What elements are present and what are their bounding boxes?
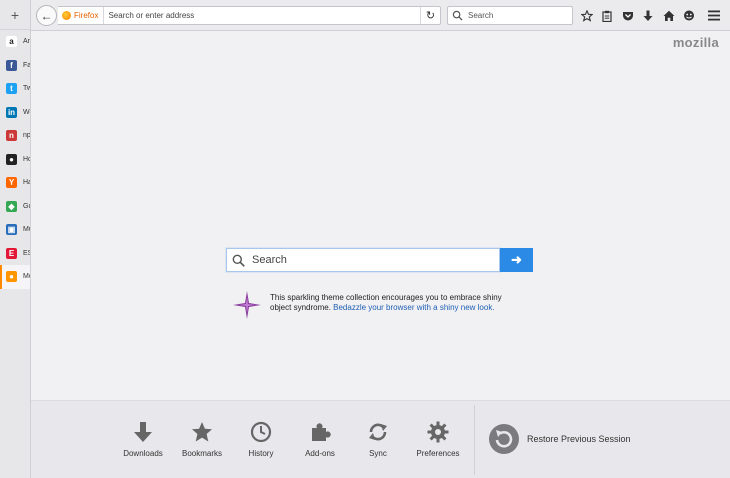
arrow-right-icon: ➜	[511, 252, 522, 267]
tab-label: Ho	[23, 155, 30, 163]
linkedin-icon: in	[6, 106, 17, 118]
downloads-label: Downloads	[123, 449, 163, 458]
chat-face-icon	[684, 10, 694, 20]
pocket-icon	[622, 11, 633, 20]
back-arrow-icon: ←	[40, 8, 53, 23]
addons-button[interactable]: Add-ons	[301, 401, 339, 478]
url-bar[interactable]: Firefox Search or enter address ↻	[58, 6, 441, 25]
tab-list: a Am f Fa t Tw in We nnp ● Ho Y Ha ◆ Go ▣ Mu E ES ● Mo	[0, 30, 30, 289]
new-tab-button[interactable]: +	[0, 0, 30, 30]
restore-session-button[interactable]: Restore Previous Session	[488, 423, 631, 455]
espn-icon: E	[6, 247, 17, 259]
reading-list-button[interactable]	[598, 7, 617, 24]
identity-label: Firefox	[74, 11, 99, 20]
sync-label: Sync	[369, 449, 387, 458]
gear-icon	[427, 421, 449, 443]
search-go-button[interactable]: ➜	[500, 248, 533, 272]
tab-item[interactable]: Y Ha	[0, 171, 30, 195]
star-icon	[192, 422, 212, 442]
firefox-icon	[62, 11, 71, 20]
bookmark-star-button[interactable]	[577, 7, 596, 24]
url-input[interactable]: Search or enter address	[104, 11, 420, 20]
tab-item[interactable]: ◆ Go	[0, 195, 30, 219]
identity-badge[interactable]: Firefox	[58, 7, 105, 24]
home-button[interactable]	[659, 7, 678, 24]
tab-item[interactable]: in We	[0, 101, 30, 125]
launcher-divider	[474, 405, 475, 475]
hello-chat-button[interactable]	[680, 7, 699, 24]
addons-label: Add-ons	[305, 449, 335, 458]
reload-button[interactable]: ↻	[420, 7, 440, 24]
tab-strip: + a Am f Fa t Tw in We nnp ● Ho Y Ha ◆ Go ▣ Mu E ES ● Mo	[0, 0, 31, 478]
downloads-toolbar-button[interactable]	[639, 7, 658, 24]
snippet-text: This sparkling theme collection encourag…	[270, 293, 523, 313]
menu-icon	[708, 10, 720, 21]
sync-icon	[369, 423, 387, 441]
tab-label: Am	[23, 38, 30, 46]
download-arrow-icon	[643, 10, 653, 21]
back-button[interactable]: ←	[36, 5, 57, 26]
npm-icon: n	[6, 130, 17, 142]
tab-label: Fa	[23, 61, 30, 69]
download-arrow-icon	[134, 422, 152, 442]
search-icon	[452, 10, 463, 21]
snippet: This sparkling theme collection encourag…	[233, 291, 523, 319]
tab-item[interactable]: a Am	[0, 30, 30, 54]
bookmarks-button[interactable]: Bookmarks	[181, 401, 223, 478]
hamburger-menu-button[interactable]	[706, 7, 722, 24]
tab-item[interactable]: E ES	[0, 242, 30, 266]
tab-label: Go	[23, 202, 30, 210]
tab-label: We	[23, 108, 30, 116]
tab-label: np	[23, 132, 30, 140]
tab-item[interactable]: ● Mo	[0, 265, 30, 289]
mozilla-logo: mozilla	[672, 35, 719, 50]
github-icon: ●	[6, 153, 17, 165]
tab-label: Tw	[23, 85, 30, 93]
restore-session-label: Restore Previous Session	[527, 434, 631, 444]
snippet-link[interactable]: Bedazzle your browser with a shiny new l…	[333, 303, 494, 312]
toolbar-icons	[577, 7, 700, 24]
pocket-button[interactable]	[618, 7, 637, 24]
tab-item[interactable]: ▣ Mu	[0, 218, 30, 242]
clock-icon	[250, 421, 272, 443]
clipboard-icon	[602, 10, 612, 22]
launcher-bar: Downloads Bookmarks History Add-ons Sync	[31, 400, 730, 478]
sparkle-icon	[233, 291, 261, 319]
reload-icon: ↻	[425, 10, 436, 22]
bookmarks-label: Bookmarks	[181, 449, 222, 458]
tab-label: Ha	[23, 179, 30, 187]
page-search-input[interactable]: Search	[226, 248, 500, 272]
preferences-button[interactable]: Preferences	[413, 401, 463, 478]
history-button[interactable]: History	[244, 401, 278, 478]
page-search-placeholder: Search	[252, 254, 287, 266]
tab-item[interactable]: f Fa	[0, 54, 30, 78]
amazon-icon: a	[6, 36, 17, 48]
tab-item[interactable]: n np	[0, 124, 30, 148]
downloads-button[interactable]: Downloads	[123, 401, 163, 478]
tab-label: Mo	[23, 273, 30, 281]
firefox-icon: ●	[6, 271, 17, 283]
facebook-icon: f	[6, 59, 17, 71]
tab-item[interactable]: ● Ho	[0, 148, 30, 172]
twitter-icon: t	[6, 83, 17, 95]
new-tab-page: mozilla Search ➜ This sparkling theme co…	[31, 31, 730, 478]
restore-session-icon	[489, 424, 519, 454]
hacker-news-icon: Y	[6, 177, 17, 189]
puzzle-icon	[312, 423, 331, 441]
preferences-label: Preferences	[416, 449, 460, 458]
tab-label: Mu	[23, 226, 30, 234]
page-search-form: Search ➜	[226, 248, 533, 272]
home-icon	[663, 10, 674, 21]
sync-button[interactable]: Sync	[364, 401, 392, 478]
google-maps-icon: ◆	[6, 200, 17, 212]
tab-label: ES	[23, 249, 30, 257]
toolbar-search-placeholder: Search	[468, 11, 494, 20]
tab-item[interactable]: t Tw	[0, 77, 30, 101]
navigation-toolbar: ← Firefox Search or enter address ↻ Sear…	[31, 0, 730, 31]
history-label: History	[248, 449, 274, 458]
music-icon: ▣	[6, 224, 17, 236]
star-icon	[580, 9, 593, 22]
toolbar-search-input[interactable]: Search	[447, 6, 573, 25]
search-icon	[232, 254, 245, 267]
